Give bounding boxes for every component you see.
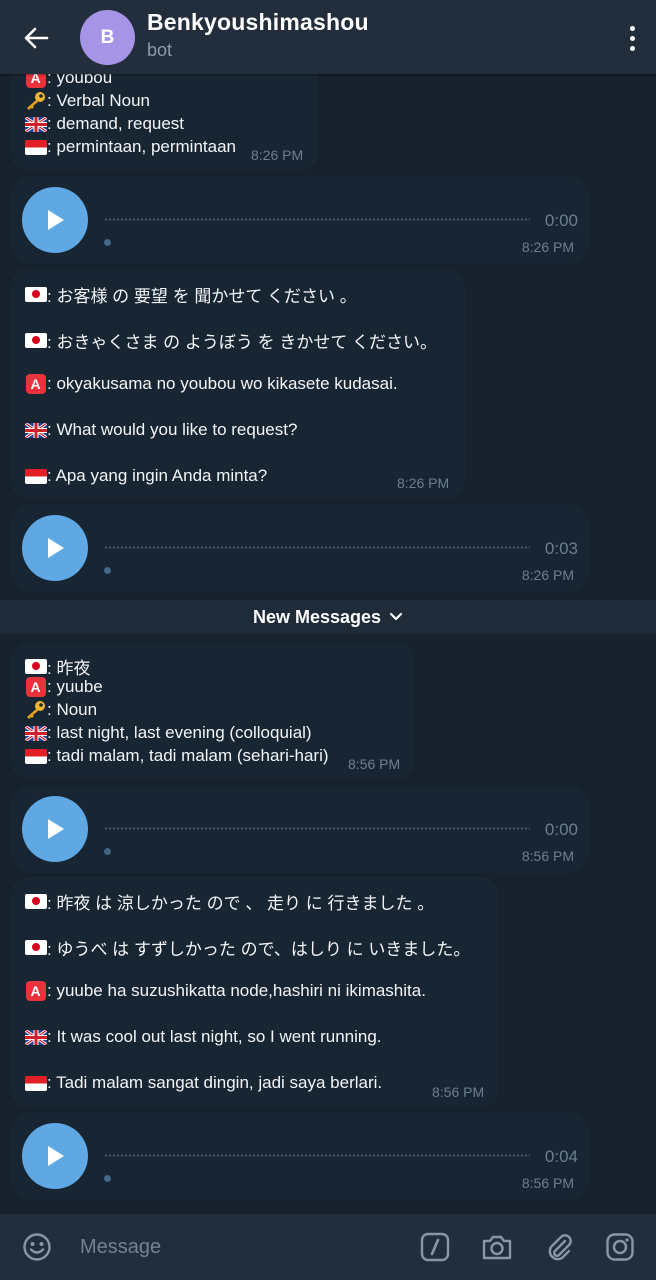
play-button[interactable] (22, 187, 88, 253)
japan-flag-icon (24, 892, 47, 912)
dot (629, 45, 635, 51)
message-time: 8:56 PM (348, 756, 401, 772)
japan-flag-icon (24, 657, 47, 677)
message-line: : Tadi malam sangat dingin, jadi saya be… (24, 1073, 382, 1093)
back-button[interactable] (16, 18, 56, 58)
message-line: A: yuube ha suzushikatta node,hashiri ni… (24, 981, 426, 1001)
dot (629, 35, 635, 41)
message-line: : last night, last evening (colloquial) (24, 723, 312, 743)
attach-button[interactable] (542, 1230, 576, 1264)
message-time: 8:26 PM (521, 567, 574, 583)
japan-flag-icon (24, 938, 47, 958)
message-line: : It was cool out last night, so I went … (24, 1027, 382, 1047)
key-emoji-icon (24, 91, 47, 111)
play-button[interactable] (22, 1123, 88, 1189)
message-line: : permintaan, permintaan (24, 137, 236, 157)
uk-flag-icon (24, 723, 47, 743)
unplayed-dot (104, 1175, 111, 1182)
play-icon (48, 1146, 64, 1166)
play-icon (48, 538, 64, 558)
japan-flag-icon (24, 285, 47, 305)
message-time: 8:56 PM (521, 848, 574, 864)
message-line: : demand, request (24, 114, 184, 134)
dot (629, 25, 635, 31)
chat-title[interactable]: Benkyoushimashou (147, 9, 369, 36)
message-input-bar (0, 1214, 656, 1280)
message-time: 8:26 PM (521, 239, 574, 255)
unplayed-dot (104, 567, 111, 574)
voice-message[interactable]: 0:00 8:56 PM (11, 785, 589, 873)
key-emoji-icon (24, 700, 47, 720)
play-icon (48, 819, 64, 839)
voice-duration: 0:00 (544, 820, 578, 839)
letter-a-emoji-icon: A (24, 374, 47, 394)
message-bubble[interactable]: : 昨夜 は 涼しかった ので 、 走り に 行きました 。 : ゆうべ は す… (11, 877, 499, 1108)
indonesia-flag-icon (24, 1073, 47, 1093)
new-messages-divider[interactable]: New Messages (0, 600, 656, 634)
message-line: : おきゃくさま の ようぼう を きかせて ください。 (24, 328, 437, 353)
voice-duration: 0:00 (544, 211, 578, 230)
voice-message[interactable]: 0:03 8:26 PM (11, 504, 589, 592)
arrow-left-icon (24, 27, 49, 49)
voice-duration: 0:03 (544, 539, 578, 558)
message-input[interactable] (80, 1234, 400, 1260)
message-bubble[interactable]: : 昨夜 A: yuube : Noun : last night, last … (11, 641, 415, 779)
message-time: 8:26 PM (397, 475, 450, 491)
voice-message[interactable]: 0:00 8:26 PM (11, 176, 589, 264)
message-line: : お客様 の 要望 を 聞かせて ください 。 (24, 282, 357, 307)
message-line: : What would you like to request? (24, 420, 297, 440)
play-icon (48, 210, 64, 230)
message-line: : 昨夜 は 涼しかった ので 、 走り に 行きました 。 (24, 889, 434, 914)
voice-duration: 0:04 (544, 1147, 578, 1166)
emoji-button[interactable] (20, 1230, 54, 1264)
message-bubble[interactable]: : お客様 の 要望 を 聞かせて ください 。 : おきゃくさま の ようぼう… (11, 268, 465, 499)
divider-label: New Messages (252, 606, 382, 627)
indonesia-flag-icon (24, 466, 47, 486)
paperclip-icon (548, 1234, 572, 1261)
indonesia-flag-icon (24, 746, 47, 766)
camera-icon (482, 1235, 512, 1260)
waveform[interactable] (104, 827, 530, 830)
indonesia-flag-icon (24, 137, 47, 157)
smiley-icon (23, 1233, 51, 1261)
message-list[interactable]: A: youbou : Verbal Noun : demand, reques… (0, 0, 656, 1214)
uk-flag-icon (24, 114, 47, 134)
play-button[interactable] (22, 515, 88, 581)
message-line: : ゆうべ は すずしかった ので、はしり に いきました。 (24, 935, 470, 960)
message-time: 8:56 PM (432, 1084, 485, 1100)
japan-flag-icon (24, 331, 47, 351)
instagram-icon (606, 1233, 634, 1261)
instagram-button[interactable] (603, 1230, 637, 1264)
waveform[interactable] (104, 546, 530, 549)
unplayed-dot (104, 239, 111, 246)
uk-flag-icon (24, 1027, 47, 1047)
chat-subtitle: bot (147, 40, 173, 60)
message-line: : tadi malam, tadi malam (sehari-hari) (24, 746, 329, 766)
uk-flag-icon (24, 420, 47, 440)
avatar-letter: B (100, 26, 115, 48)
play-button[interactable] (22, 796, 88, 862)
voice-message[interactable]: 0:04 8:56 PM (11, 1112, 589, 1200)
avatar[interactable]: B (80, 10, 135, 65)
more-options-button[interactable] (622, 20, 642, 56)
message-line: : Apa yang ingin Anda minta? (24, 466, 267, 486)
chat-header: B Benkyoushimashou bot (0, 0, 656, 74)
waveform[interactable] (104, 1154, 530, 1157)
message-line: A: yuube (24, 677, 103, 697)
waveform[interactable] (104, 218, 530, 221)
message-time: 8:56 PM (521, 1175, 574, 1191)
message-time: 8:26 PM (251, 147, 304, 163)
message-line: : Verbal Noun (24, 91, 150, 111)
letter-a-emoji-icon: A (24, 677, 47, 697)
letter-a-emoji-icon: A (24, 981, 47, 1001)
unplayed-dot (104, 848, 111, 855)
message-line: A: okyakusama no youbou wo kikasete kuda… (24, 374, 398, 394)
camera-button[interactable] (480, 1230, 514, 1264)
chevron-down-icon (389, 612, 403, 622)
bot-commands-button[interactable] (418, 1230, 452, 1264)
message-line: : 昨夜 (24, 654, 90, 679)
slash-command-icon (420, 1232, 450, 1262)
message-line: : Noun (24, 700, 97, 720)
